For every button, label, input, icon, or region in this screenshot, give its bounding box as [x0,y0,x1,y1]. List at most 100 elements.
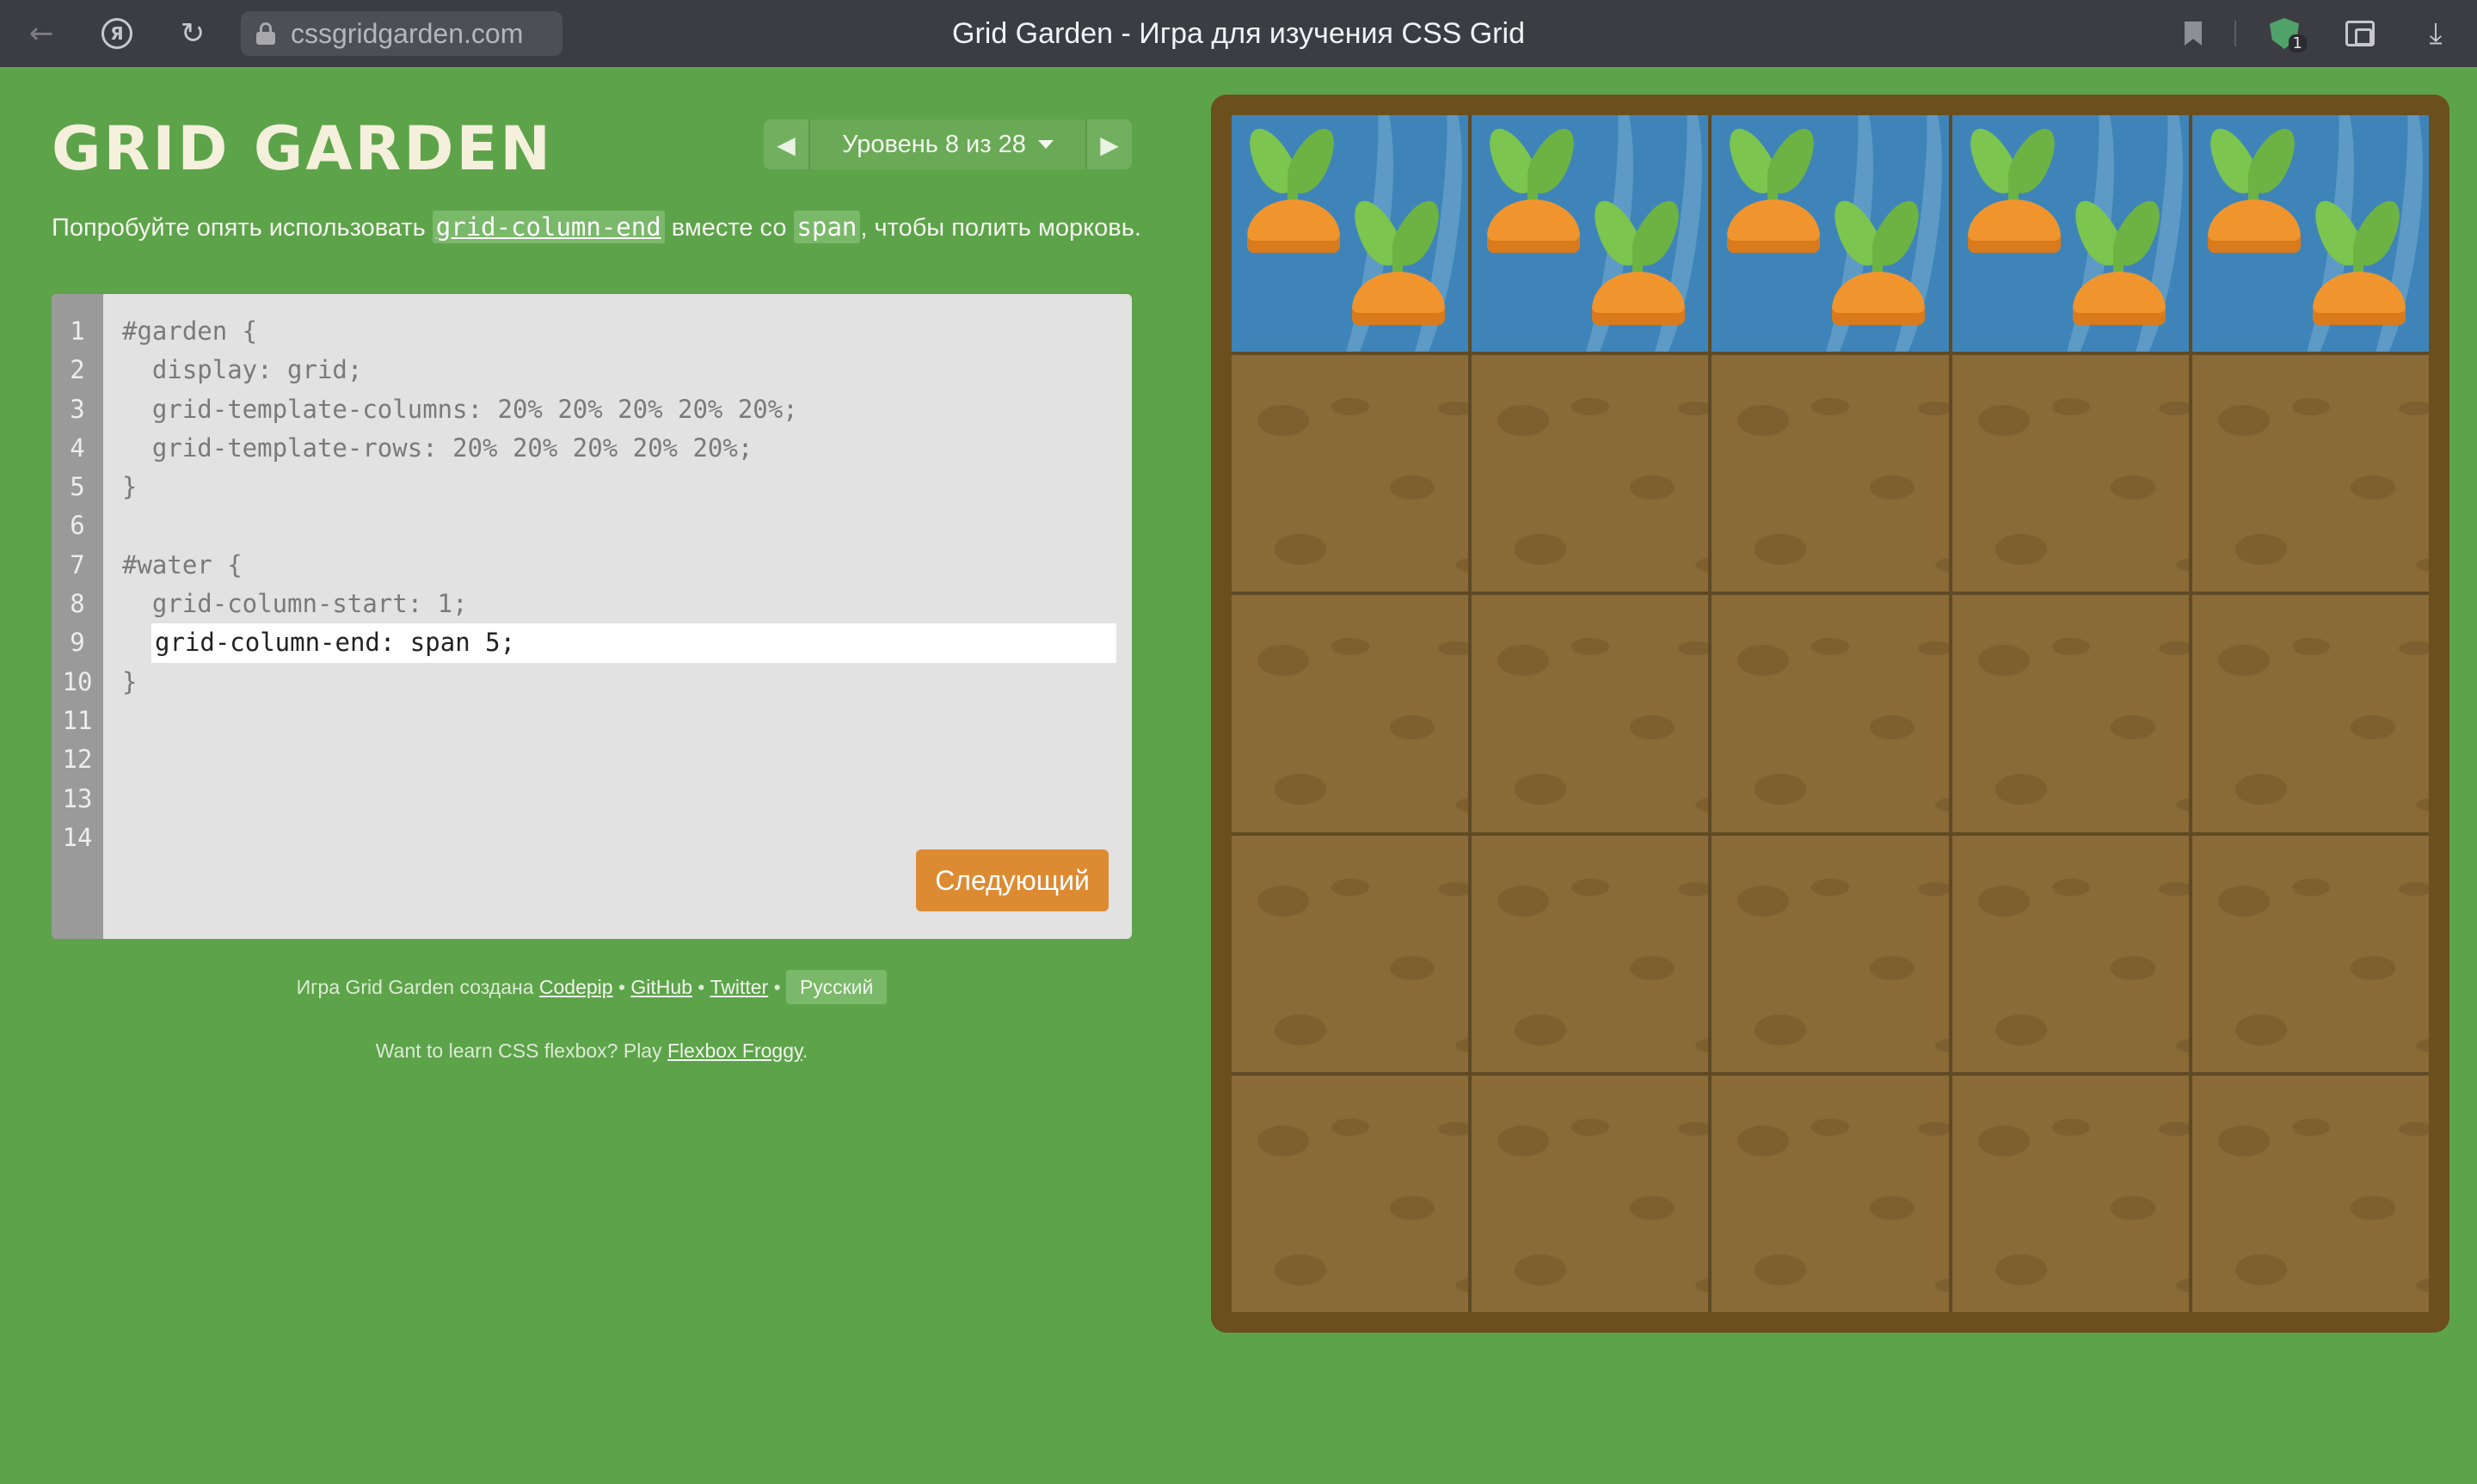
carrot-icon [2200,120,2305,254]
line-number: 10 [62,666,93,696]
soil-cell [1951,1075,2189,1312]
shield-icon[interactable]: 1 [2267,16,2307,52]
code-line: #garden { [122,316,258,346]
bullet-separator: • [698,976,705,998]
garden-board [1211,95,2449,1333]
level-indicator: Уровень 8 из 28 [842,130,1026,158]
soil-cell [1712,355,1949,592]
language-selector[interactable]: Русский [786,970,888,1004]
code-line: } [122,666,138,696]
soil-cell [1472,835,1709,1072]
soil-cell [2191,595,2429,832]
soil-cell [2191,1075,2429,1312]
soil-cell [1472,595,1709,832]
triangle-left-icon: ◀ [777,130,796,159]
flexbox-promo: Want to learn CSS flexbox? Play Flexbox … [52,1035,1132,1066]
soil-cell [1951,595,2189,832]
line-number: 1 [70,316,85,346]
promo-period: . [802,1039,808,1062]
carrot-icon [1344,193,1449,327]
keyword-grid-column-end[interactable]: grid-column-end [432,211,665,243]
yandex-logo-icon[interactable]: Я [100,16,134,51]
reload-icon[interactable]: ↻ [175,16,210,51]
codepip-link[interactable]: Codepip [539,976,613,998]
code-line: grid-template-rows: 20% 20% 20% 20% 20%; [122,432,753,463]
url-text: cssgridgarden.com [291,17,524,49]
credit-text: Игра Grid Garden создана [296,976,534,998]
soil-cell [2191,835,2429,1072]
line-number: 4 [70,432,85,463]
soil-cell [1472,1075,1709,1312]
toolbar-divider [2234,21,2236,46]
code-line: grid-column-start: 1; [122,589,468,619]
bullet-separator: • [618,976,626,998]
water-cell [1712,115,1949,352]
credits-footer: Игра Grid Garden создана Codepip • GitHu… [52,970,1132,1004]
line-number: 14 [62,822,93,852]
address-bar[interactable]: cssgridgarden.com [241,11,562,56]
soil-cell [1712,595,1949,832]
line-number: 6 [70,511,85,541]
line-numbers: 1 2 3 4 5 6 7 8 9 10 11 12 13 14 [52,294,103,939]
carrot-icon [1719,120,1825,254]
browser-toolbar: ← Я ↻ cssgridgarden.com Grid Garden - Иг… [0,0,2477,67]
line-number: 2 [70,355,85,385]
twitter-link[interactable]: Twitter [710,976,768,998]
github-link[interactable]: GitHub [630,976,692,998]
instruction-text: Попробуйте опять использовать [52,214,433,242]
level-navigation: ◀ Уровень 8 из 28 ▶ [764,120,1132,169]
water-cell [1232,115,1469,352]
carrot-icon [1824,193,1930,327]
code-editor: 1 2 3 4 5 6 7 8 9 10 11 12 13 14 #garden… [52,294,1132,939]
lock-icon [256,22,275,45]
line-number: 13 [62,783,93,813]
download-icon[interactable]: ⤓ [2419,16,2453,51]
soil-cell [1951,835,2189,1072]
flexbox-froggy-link[interactable]: Flexbox Froggy [667,1039,802,1062]
code-line: #water { [122,549,243,579]
soil-cell [1472,355,1709,592]
carrot-icon [1239,120,1344,254]
instruction-text: , чтобы полить морковь. [860,214,1141,242]
back-arrow-icon[interactable]: ← [24,16,58,51]
line-number: 12 [62,745,93,775]
soil-cell [1232,595,1469,832]
level-dropdown[interactable]: Уровень 8 из 28 [808,120,1087,169]
next-level-button[interactable]: ▶ [1087,120,1132,169]
css-answer-input[interactable]: grid-column-end: span 5; [151,623,1116,663]
water-cell [1951,115,2189,352]
game-title: GRID GARDEN [52,113,553,184]
keyword-span: span [793,211,861,243]
extensions-icon[interactable] [2343,16,2377,51]
line-number: 9 [70,628,85,658]
triangle-right-icon: ▶ [1100,130,1119,159]
bookmark-icon[interactable] [2176,16,2210,51]
soil-cell [1712,1075,1949,1312]
water-cell [1472,115,1709,352]
code-lines: #garden { display: grid; grid-template-c… [122,312,1116,702]
caret-down-icon [1037,140,1054,149]
bullet-separator: • [773,976,781,998]
line-number: 3 [70,394,85,424]
carrot-icon [1584,193,1689,327]
water-area [1232,115,2429,352]
instruction-text: вместе со [664,214,794,242]
line-number: 5 [70,472,85,502]
line-number: 7 [70,549,85,579]
water-cell [2191,115,2429,352]
shield-badge: 1 [2288,34,2307,52]
carrot-icon [1479,120,1584,254]
soil-cell [1951,355,2189,592]
soil-cell [1712,835,1949,1072]
soil-cell [1232,355,1469,592]
code-line: display: grid; [122,355,363,385]
level-instructions: Попробуйте опять использовать grid-colum… [52,208,1141,247]
carrot-icon [1959,120,2065,254]
next-button[interactable]: Следующий [916,849,1109,911]
soil-cell [2191,355,2429,592]
soil-cell [1232,1075,1469,1312]
previous-level-button[interactable]: ◀ [764,120,808,169]
soil-cell [1232,835,1469,1072]
code-line: } [122,472,138,502]
